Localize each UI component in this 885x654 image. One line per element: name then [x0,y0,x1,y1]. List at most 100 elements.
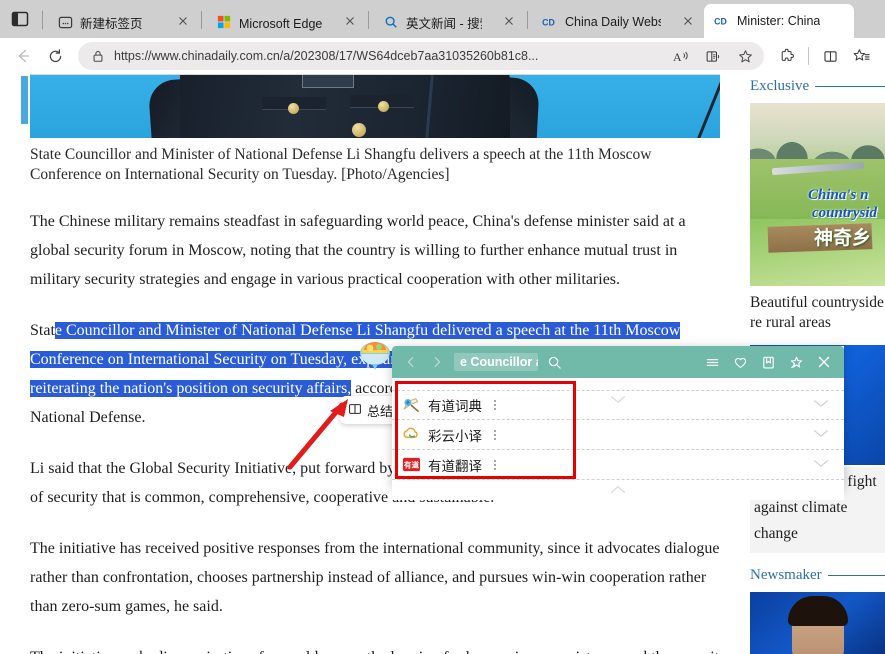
favorite-button[interactable] [732,44,758,68]
sidebar-section-exclusive: Exclusive [750,74,885,95]
pin-star-icon [790,356,802,368]
tab-search-button[interactable] [0,0,40,38]
section-rule [815,86,885,87]
more-vertical-icon[interactable] [489,459,501,470]
collections-button[interactable] [847,42,877,70]
tab-close-button-1[interactable] [343,14,359,30]
translation-popup[interactable]: e Councillor a 有道词典 彩云小译 有道 有道翻译 [392,346,844,500]
translation-row-expand-2[interactable] [812,456,830,474]
sidebar-exclusive-image[interactable]: China's n countrysid 神奇乡 [750,103,885,286]
translation-popup-body: 有道词典 彩云小译 有道 有道翻译 [392,390,844,500]
more-vertical-icon[interactable] [489,400,501,410]
article-paragraph-3: The initiative embodies aspirations for … [30,643,725,654]
sidebar-exclusive-caption[interactable]: Beautiful countryside re rural areas [750,293,885,333]
translation-row-label-0: 有道词典 [428,399,482,414]
chevron-down-icon [814,429,828,437]
address-bar[interactable]: https://www.chinadaily.com.cn/a/202308/1… [78,42,764,70]
browser-tab-3[interactable]: CD China Daily Website - [532,6,704,38]
back-arrow-icon [18,49,30,63]
chevron-up-icon [610,486,626,493]
refresh-icon [49,48,61,62]
read-aloud-button[interactable]: A [668,44,694,68]
lock-icon [88,44,108,68]
heart-icon [734,357,746,368]
tab-divider [368,11,369,29]
chevron-down-icon [814,400,828,407]
china-daily-icon: CD [542,14,558,30]
immersive-reader-button[interactable] [700,44,726,68]
translation-row-2[interactable]: 有道 有道翻译 [392,450,844,480]
browser-tab-label-2: 英文新闻 - 搜索 [406,16,482,31]
search-icon [548,356,561,369]
browser-window: 新建标签页 Microsoft Edge 加载项 英文新闻 - 搜索 [0,0,885,654]
translation-row-label-2: 有道翻译 [428,458,482,474]
browser-tab-0[interactable]: 新建标签页 [47,6,199,38]
translation-row-1[interactable]: 彩云小译 [392,420,844,450]
svg-text:A: A [673,49,682,63]
popup-close-button[interactable] [812,351,836,373]
tab-search-icon [11,11,29,27]
article-hero-image [30,74,720,138]
back-button[interactable] [8,42,38,70]
red-pointer-arrow [287,399,348,470]
browser-tab-label-4: Minister: China [737,14,821,28]
sidebar-newsmaker-image[interactable] [750,592,885,654]
tab-divider [42,11,43,29]
article-paragraph-2: The initiative has received positive res… [30,540,720,615]
translation-row-expand-1[interactable] [812,426,830,444]
browser-tab-2[interactable]: 英文新闻 - 搜索 [373,6,525,38]
popup-menu-button[interactable] [700,351,724,373]
browser-tab-label-1: Microsoft Edge 加载项 [239,16,323,31]
browser-tab-4-active[interactable]: CD Minister: China [704,4,854,38]
translation-popup-header: e Councillor a [392,346,844,378]
refresh-button[interactable] [40,42,70,70]
article-image-caption: State Councillor and Minister of Nationa… [30,146,652,183]
immersive-reader-icon [706,50,719,62]
tab-strip: 新建标签页 Microsoft Edge 加载项 英文新闻 - 搜索 [0,0,885,38]
translation-row-expand-0[interactable] [812,396,830,414]
article-paragraph-0: The Chinese military remains steadfast i… [30,213,686,288]
bing-search-icon [383,14,399,30]
popup-query-text[interactable]: e Councillor a [454,353,538,371]
split-screen-button[interactable] [815,42,845,70]
browser-tab-label-3: China Daily Website - [565,15,661,29]
sidebar-image-title-line1: China's n [808,187,869,203]
toolbar-divider [808,47,809,65]
address-bar-url: https://www.chinadaily.com.cn/a/202308/1… [114,49,539,63]
chevron-left-icon [407,357,414,367]
translation-row-0[interactable]: 有道词典 [392,390,844,420]
chevron-down-icon [814,459,828,467]
browser-tab-label-0: 新建标签页 [80,16,143,31]
tab-close-button-3[interactable] [681,14,697,30]
popup-favorite-button[interactable] [728,351,752,373]
sidebar-section-title-exclusive: Exclusive [750,78,810,94]
microsoft-logo-icon [216,14,232,30]
bookmark-icon [762,356,774,368]
hamburger-menu-icon [706,358,718,366]
popup-back-button[interactable] [400,351,422,373]
extensions-button[interactable] [772,42,802,70]
popup-pin-button[interactable] [784,351,808,373]
tab-close-button-0[interactable] [176,14,192,30]
youdao-translate-icon: 有道 [402,455,421,474]
sidebar-image-title-cn: 神奇乡 [814,228,872,249]
scroll-position-indicator[interactable] [21,76,28,124]
tab-divider [527,11,528,29]
popup-bookmark-button[interactable] [756,351,780,373]
caiyun-translate-icon [402,425,421,444]
tab-close-button-2[interactable] [502,14,518,30]
popup-forward-button[interactable] [426,351,448,373]
sidebar-section-title-newsmaker: Newsmaker [750,567,822,583]
scroll-gutter [0,74,16,654]
close-icon [818,356,830,368]
more-vertical-icon[interactable] [489,429,501,440]
browser-tab-1[interactable]: Microsoft Edge 加载项 [206,6,366,38]
popup-bottom-collapse-button[interactable] [608,482,628,500]
collections-icon [853,49,870,61]
extension-bubble-icon[interactable] [358,340,392,372]
popup-search-button[interactable] [542,351,566,373]
translation-row-label-1: 彩云小译 [428,428,482,444]
sidebar-image-title-line2: countrysid [812,205,878,221]
china-daily-icon: CD [714,13,730,29]
svg-text:CD: CD [714,17,727,27]
